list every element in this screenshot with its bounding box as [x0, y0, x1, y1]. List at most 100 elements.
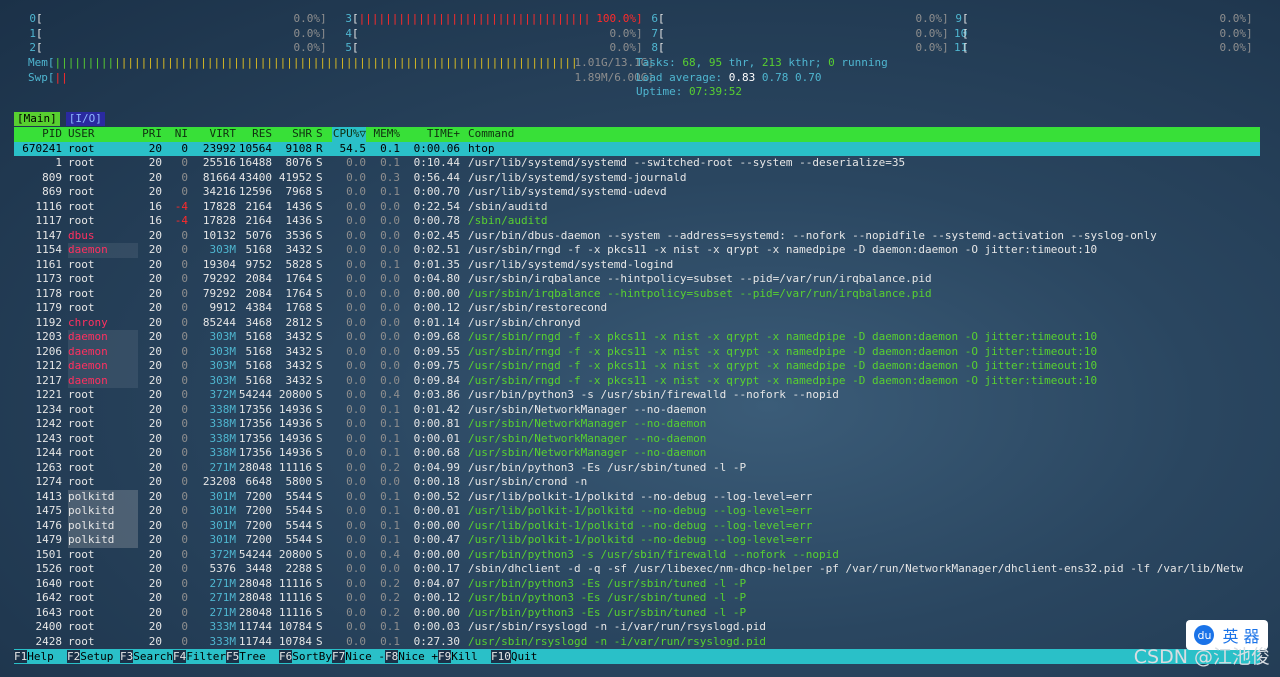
- table-header[interactable]: PID USER PRI NI VIRT RES SHR S CPU%▽ MEM…: [14, 127, 1260, 142]
- cell-cmd: /usr/lib/systemd/systemd-udevd: [468, 185, 667, 198]
- cell-virt: 301M: [209, 489, 237, 503]
- table-row[interactable]: 1263 root 20 0 271M 28048 11116 S 0.0 0.2 0:04.99 /…: [14, 461, 1260, 476]
- table-row[interactable]: 1217 daemon 20 0 303M 5168 3432 S 0.0 0.0 0:09.84 /…: [14, 373, 1260, 388]
- fkey-f4[interactable]: F4Filter: [173, 649, 226, 664]
- table-row[interactable]: 1192 chrony 20 0 85244 3468 2812 S 0.0 0.0 0:01.14…: [14, 316, 1260, 331]
- uptime-label: Uptime:: [636, 85, 689, 98]
- cell-s: S: [316, 489, 323, 503]
- cell-cmd: /usr/sbin/rngd -f -x pkcs11 -x nist -x q…: [468, 373, 1098, 387]
- table-row[interactable]: 1116 root 16 -4 17828 2164 1436 S 0.0 0.0 0:22.54 /…: [14, 200, 1260, 215]
- table-row[interactable]: 2400 root 20 0 333M 11744 10784 S 0.0 0.1 0:00.03 /…: [14, 620, 1260, 635]
- table-row[interactable]: 1161 root 20 0 19304 9752 5828 S 0.0 0.1 0:01.35/u…: [14, 258, 1260, 273]
- table-row[interactable]: 1244 root 20 0 338M 17356 14936 S 0.0 0.1 0:00.68 /…: [14, 446, 1260, 461]
- table-row[interactable]: 2428 root 20 0 333M 11744 10784 S 0.0 0.1 0:27.30/…: [14, 635, 1260, 650]
- col-shr[interactable]: SHR: [276, 127, 312, 142]
- col-time[interactable]: TIME+: [406, 127, 460, 142]
- col-state[interactable]: S: [316, 127, 326, 142]
- col-cpu[interactable]: CPU%▽: [332, 127, 366, 142]
- table-row[interactable]: 1206 daemon 20 0 303M 5168 3432 S 0.0 0.0 0:09.55 /…: [14, 344, 1260, 359]
- fkey-f5[interactable]: F5Tree: [226, 649, 279, 664]
- cell-pri: 20: [148, 605, 162, 619]
- table-row[interactable]: 1117 root 16 -4 17828 2164 1436 S 0.0 0.0 0:00.78 /…: [14, 214, 1260, 229]
- col-mem[interactable]: MEM%: [370, 127, 401, 142]
- fkey-f8[interactable]: F8Nice +: [385, 649, 438, 664]
- fkey-label: Nice +: [398, 650, 438, 663]
- table-row[interactable]: 1274 root 20 0 23208 6648 5800 S 0.0 0.0 0:00.18/u…: [14, 475, 1260, 490]
- table-row[interactable]: 1475 polkitd 20 0 301M 7200 5544 S 0.0 0.1 0:00.01…: [14, 504, 1260, 519]
- table-row[interactable]: 869 root 20 0 34216 12596 7968 S 0.0 0.1 0:00.70/u…: [14, 185, 1260, 200]
- cpu-meter-10: 10[0.0%]: [954, 26, 1253, 42]
- table-row[interactable]: 1526 root 20 0 5376 3448 2288 S 0.0 0.0 0:00.17/sb…: [14, 562, 1260, 577]
- fkey-f3[interactable]: F3Search: [120, 649, 173, 664]
- cell-cmd: /usr/sbin/NetworkManager --no-daemon: [468, 431, 707, 445]
- cell-pid: 1178: [35, 286, 63, 300]
- table-row[interactable]: 809 root 20 0 81664 43400 41952 S 0.0 0.3 0:56.44 /…: [14, 171, 1260, 186]
- cpu-number: 10: [954, 26, 968, 40]
- col-pid[interactable]: PID: [14, 127, 62, 142]
- table-row[interactable]: 1147 dbus 20 0 10132 5076 3536 S 0.0 0.0 0:02.45/u…: [14, 229, 1260, 244]
- cell-s: S: [316, 417, 323, 430]
- cell-s: S: [316, 156, 323, 169]
- cell-pri: 20: [148, 170, 162, 184]
- fkey-label: Setup: [80, 650, 120, 663]
- table-row[interactable]: 1640 root 20 0 271M 28048 11116 S 0.0 0.2 0:04.07 /…: [14, 577, 1260, 592]
- fkey-f2[interactable]: F2Setup: [67, 649, 120, 664]
- running-count: 0: [828, 56, 835, 69]
- col-user[interactable]: USER: [68, 127, 138, 142]
- table-row[interactable]: 1154 daemon 20 0 303M 5168 3432 S 0.0 0.0 0:02.51 /…: [14, 243, 1260, 258]
- cell-time: 0:00.01: [413, 431, 460, 445]
- cell-user: daemon: [68, 344, 138, 359]
- tab-io[interactable]: [I/O]: [65, 112, 105, 126]
- table-row[interactable]: 1179 root 20 0 9912 4384 1768 S 0.0 0.0 0:00.12/us…: [14, 301, 1260, 316]
- cell-pid: 1526: [35, 562, 63, 575]
- cell-cpu: 0.0: [346, 214, 366, 227]
- table-row[interactable]: 1 root 20 0 25516 16488 8076 S 0.0 0.1 0:10.44/usr…: [14, 156, 1260, 171]
- col-virt[interactable]: VIRT: [192, 127, 237, 142]
- cell-mem: 0.1: [380, 634, 400, 648]
- table-row[interactable]: 1501 root 20 0 372M 54244 20800 S 0.0 0.4 0:00.00 /…: [14, 548, 1260, 563]
- cell-virt: 271M: [209, 605, 237, 619]
- fkey-f9[interactable]: F9Kill: [438, 649, 491, 664]
- cell-cpu: 54.5: [339, 141, 367, 155]
- swp-bar: ||: [54, 70, 68, 84]
- col-command[interactable]: Command: [468, 127, 1260, 142]
- cell-ni: 0: [181, 533, 188, 546]
- table-row[interactable]: 1242 root 20 0 338M 17356 14936 S 0.0 0.1 0:00.81 /…: [14, 417, 1260, 432]
- cell-user: root: [68, 431, 95, 445]
- table-row[interactable]: 1476 polkitd 20 0 301M 7200 5544 S 0.0 0.1 0:00.00…: [14, 518, 1260, 533]
- table-row[interactable]: 1479 polkitd 20 0 301M 7200 5544 S 0.0 0.1 0:00.47…: [14, 533, 1260, 548]
- table-row[interactable]: 1643 root 20 0 271M 28048 11116 S 0.0 0.2 0:00.00 /…: [14, 606, 1260, 621]
- table-row[interactable]: 1413 polkitd 20 0 301M 7200 5544 S 0.0 0.1 0:00.52…: [14, 489, 1260, 504]
- table-row[interactable]: 1178 root 20 0 79292 2084 1764 S 0.0 0.0 0:00.00/u…: [14, 287, 1260, 302]
- mem-bar: ||||||||||||||||||||||||||||||||||||||||…: [54, 56, 575, 69]
- fkey-f1[interactable]: F1Help: [14, 649, 67, 664]
- table-row[interactable]: 1642 root 20 0 271M 28048 11116 S 0.0 0.2 0:00.12 /…: [14, 591, 1260, 606]
- fkey-f6[interactable]: F6SortBy: [279, 649, 332, 664]
- table-row[interactable]: 1173 root 20 0 79292 2084 1764 S 0.0 0.0 0:04.80/u…: [14, 272, 1260, 287]
- cell-ni: 0: [181, 460, 188, 474]
- load-15: 0.70: [794, 70, 822, 84]
- cell-s: S: [316, 576, 323, 590]
- cell-user: root: [68, 605, 95, 619]
- cell-time: 0:00.68: [413, 446, 460, 459]
- fkey-f10[interactable]: F10Quit: [491, 649, 537, 664]
- cell-virt: 81664: [202, 170, 236, 184]
- col-res[interactable]: RES: [236, 127, 272, 142]
- cell-s: S: [316, 518, 323, 532]
- swp-label: Swp[: [28, 70, 55, 84]
- tasks-sep: ,: [695, 56, 709, 69]
- cell-mem: 0.1: [380, 257, 400, 271]
- table-row[interactable]: 670241 root 20 0 23992 10564 9108 R 54.5 0.1 0:00.…: [14, 141, 1260, 156]
- fkey-f7[interactable]: F7Nice -: [332, 649, 385, 664]
- table-row[interactable]: 1203 daemon 20 0 303M 5168 3432 S 0.0 0.0 0:09.68 /…: [14, 330, 1260, 345]
- cell-res: 11744: [238, 620, 272, 633]
- table-row[interactable]: 1212 daemon 20 0 303M 5168 3432 S 0.0 0.0 0:09.75 /…: [14, 359, 1260, 374]
- uptime-value: 07:39:52: [688, 85, 742, 98]
- cell-cpu: 0.0: [346, 620, 366, 633]
- col-pri[interactable]: PRI: [138, 127, 162, 142]
- table-row[interactable]: 1234 root 20 0 338M 17356 14936 S 0.0 0.1 0:01.42 /…: [14, 403, 1260, 418]
- table-row[interactable]: 1243 root 20 0 338M 17356 14936 S 0.0 0.1 0:00.01 /…: [14, 432, 1260, 447]
- tab-main[interactable]: [Main]: [14, 112, 60, 126]
- table-row[interactable]: 1221 root 20 0 372M 54244 20800 S 0.0 0.4 0:03.86 /…: [14, 388, 1260, 403]
- col-ni[interactable]: NI: [166, 127, 188, 142]
